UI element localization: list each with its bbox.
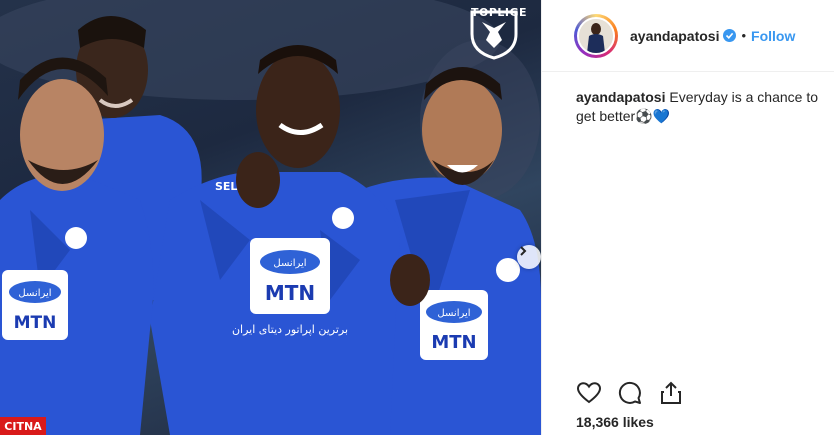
likes-count[interactable]: 18,366 likes <box>576 414 654 430</box>
lion-shield-icon <box>470 10 518 60</box>
avatar-person-icon <box>579 18 613 53</box>
center-jersey-slogan: برترین اپراتور دیتای ایران <box>232 323 348 336</box>
citna-logo: CITNA <box>0 417 46 435</box>
center-jersey-sponsor-bottom: MTN <box>265 281 315 305</box>
caption-username[interactable]: ayandapatosi <box>576 89 665 105</box>
like-button[interactable] <box>576 380 602 406</box>
share-icon <box>661 381 681 404</box>
player-front-left: ایرانسل MTN <box>0 57 154 435</box>
post-photo[interactable]: ایرانسل MTN ایرانسل MTN برترین اپراتور د… <box>0 0 541 435</box>
left-jersey-sponsor-bottom: MTN <box>14 313 57 333</box>
action-bar <box>576 380 684 406</box>
follow-button[interactable]: Follow <box>751 28 795 44</box>
chevron-right-icon <box>520 246 527 256</box>
right-jersey-sponsor-bottom: MTN <box>431 332 476 353</box>
comment-button[interactable] <box>617 380 643 406</box>
verified-badge-icon <box>723 29 737 42</box>
toplige-watermark: TOPLIGE <box>466 4 532 84</box>
left-jersey-sponsor-top: ایرانسل <box>18 288 51 299</box>
share-button[interactable] <box>658 380 684 406</box>
header-username[interactable]: ayandapatosi <box>630 28 719 44</box>
center-jersey-sponsor-top: ایرانسل <box>273 258 306 269</box>
next-photo-button[interactable] <box>517 245 541 269</box>
center-jersey-maker: SEL <box>215 180 237 193</box>
post-caption: ayandapatosi Everyday is a chance to get… <box>576 88 831 126</box>
avatar[interactable] <box>577 16 615 55</box>
post-sidebar: ayandapatosi • Follow ayandapatosi Every… <box>541 0 834 435</box>
comment-icon <box>618 381 641 404</box>
separator-dot: • <box>741 28 747 43</box>
post-header: ayandapatosi • Follow <box>542 0 834 72</box>
heart-icon <box>577 382 601 404</box>
right-jersey-sponsor-top: ایرانسل <box>437 308 470 319</box>
avatar-story-ring[interactable] <box>574 13 618 58</box>
players-illustration: ایرانسل MTN ایرانسل MTN برترین اپراتور د… <box>0 0 541 435</box>
